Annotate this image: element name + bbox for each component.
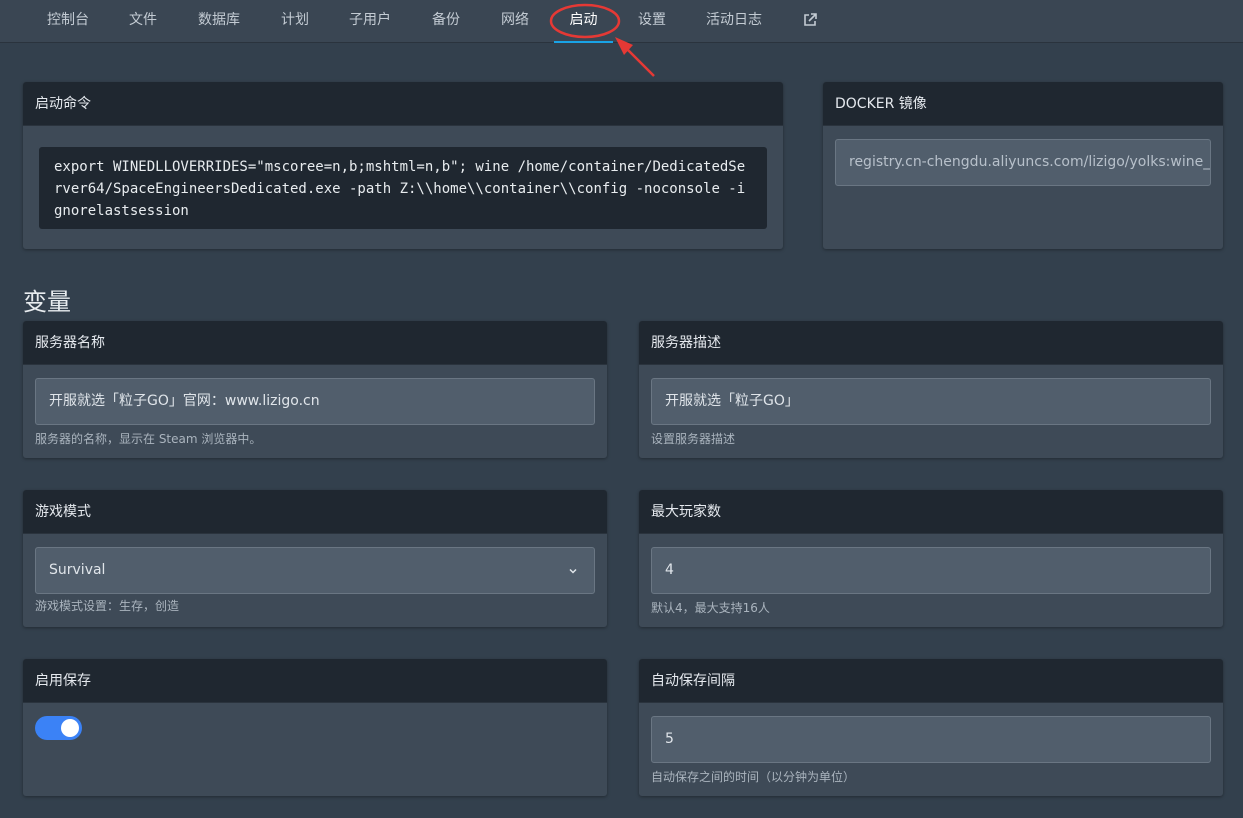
startup-command-panel: 启动命令 export WINEDLLOVERRIDES="mscoree=n,…: [23, 82, 783, 249]
docker-image-panel: DOCKER 镜像 registry.cn-chengdu.aliyuncs.c…: [823, 82, 1223, 249]
autosave-interval-hint: 自动保存之间的时间（以分钟为单位）: [651, 770, 856, 784]
tab-backups[interactable]: 备份: [432, 0, 460, 43]
panel-title: 游戏模式: [23, 490, 607, 534]
tab-schedules[interactable]: 计划: [281, 0, 309, 43]
toggle-knob: [61, 719, 79, 737]
tab-console[interactable]: 控制台: [47, 0, 89, 43]
enable-save-toggle[interactable]: [35, 716, 82, 740]
variable-server-name: 服务器名称 开服就选「粒子GO」官网：www.lizigo.cn 服务器的名称，…: [23, 321, 607, 458]
tab-databases[interactable]: 数据库: [198, 0, 240, 43]
panel-title: 服务器名称: [23, 321, 607, 365]
docker-image-field: registry.cn-chengdu.aliyuncs.com/lizigo/…: [835, 139, 1211, 186]
panel-title: 启动命令: [23, 82, 783, 126]
panel-title: 启用保存: [23, 659, 607, 703]
panel-title: 自动保存间隔: [639, 659, 1223, 703]
server-description-input[interactable]: 开服就选「粒子GO」: [651, 378, 1211, 425]
variable-max-players: 最大玩家数 4 默认4，最大支持16人: [639, 490, 1223, 627]
server-name-input[interactable]: 开服就选「粒子GO」官网：www.lizigo.cn: [35, 378, 595, 425]
variable-enable-save: 启用保存: [23, 659, 607, 796]
tab-network[interactable]: 网络: [501, 0, 529, 43]
annotation-arrow-line: [623, 45, 655, 77]
panel-title: 最大玩家数: [639, 490, 1223, 534]
tab-startup-label: 启动: [569, 12, 598, 28]
game-mode-select[interactable]: Survival: [35, 547, 595, 594]
variables-heading: 变量: [23, 288, 71, 316]
external-link-icon[interactable]: [802, 12, 818, 28]
top-nav: 控制台 文件 数据库 计划 子用户 备份 网络 启动 设置 活动日志: [0, 0, 1243, 43]
active-tab-indicator: [554, 41, 613, 43]
chevron-down-icon: [569, 568, 577, 574]
panel-title: 服务器描述: [639, 321, 1223, 365]
tab-startup[interactable]: 启动: [554, 0, 613, 43]
autosave-interval-input[interactable]: 5: [651, 716, 1211, 763]
panel-title: DOCKER 镜像: [823, 82, 1223, 126]
tab-settings[interactable]: 设置: [638, 0, 666, 43]
game-mode-selected: Survival: [49, 562, 106, 578]
server-description-hint: 设置服务器描述: [651, 432, 736, 446]
variable-server-description: 服务器描述 开服就选「粒子GO」 设置服务器描述: [639, 321, 1223, 458]
game-mode-hint: 游戏模式设置：生存，创造: [35, 599, 180, 613]
server-name-hint: 服务器的名称，显示在 Steam 浏览器中。: [35, 432, 262, 446]
tab-files[interactable]: 文件: [129, 0, 157, 43]
tab-activity-log[interactable]: 活动日志: [706, 0, 762, 43]
max-players-hint: 默认4，最大支持16人: [651, 601, 770, 615]
max-players-input[interactable]: 4: [651, 547, 1211, 594]
startup-command-text: export WINEDLLOVERRIDES="mscoree=n,b;msh…: [39, 147, 767, 229]
variable-game-mode: 游戏模式 Survival 游戏模式设置：生存，创造: [23, 490, 607, 627]
variable-autosave-interval: 自动保存间隔 5 自动保存之间的时间（以分钟为单位）: [639, 659, 1223, 796]
tab-subusers[interactable]: 子用户: [349, 0, 391, 43]
